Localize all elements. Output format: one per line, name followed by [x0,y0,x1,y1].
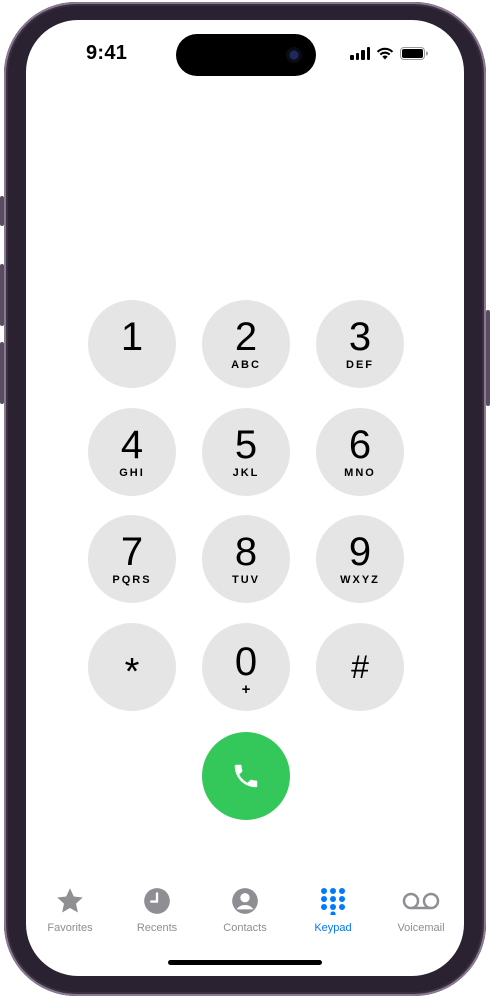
key-4[interactable]: 4 GHI [88,408,176,496]
key-letters: GHI [119,466,145,479]
key-letters: JKL [232,466,260,479]
key-letters: ABC [231,358,261,371]
key-letters: + [241,680,251,698]
front-camera-icon [286,47,302,63]
cellular-signal-icon [350,47,370,60]
voicemail-icon [401,884,441,918]
key-digit: 3 [348,314,372,359]
phone-icon [234,764,258,788]
tab-favorites[interactable]: Favorites [26,884,114,934]
key-letters: TUV [232,573,260,586]
tab-label: Voicemail [397,922,445,934]
key-9[interactable]: 9 WXYZ [316,515,404,603]
battery-icon [400,47,428,60]
key-hash[interactable]: # [316,623,404,711]
key-hash-symbol: # [351,649,369,685]
home-indicator[interactable] [168,960,322,965]
status-time: 9:41 [86,42,128,64]
key-letters: PQRS [112,573,152,586]
action-button [0,196,4,226]
key-letters: DEF [346,358,374,371]
tab-label: Favorites [47,922,93,934]
volume-down-button [0,342,4,404]
volume-up-button [0,264,4,326]
key-1[interactable]: 1 [88,300,176,388]
key-digit: 0 [234,639,258,684]
tab-keypad[interactable]: Keypad [289,884,377,934]
key-0[interactable]: 0 + [202,623,290,711]
key-digit: 8 [234,529,258,574]
keypad-icon [319,884,347,918]
key-digit: 5 [234,422,258,467]
key-6[interactable]: 6 MNO [316,408,404,496]
key-7[interactable]: 7 PQRS [88,515,176,603]
call-button[interactable] [202,732,290,820]
tab-voicemail[interactable]: Voicemail [377,884,464,934]
key-digit: 4 [120,422,144,467]
clock-icon [143,884,171,918]
key-digit: 2 [234,314,258,359]
tab-contacts[interactable]: Contacts [201,884,289,934]
key-star-symbol: * [124,651,140,693]
tab-recents[interactable]: Recents [113,884,201,934]
key-5[interactable]: 5 JKL [202,408,290,496]
key-digit: 1 [120,314,144,359]
star-icon [55,884,85,918]
tab-label: Keypad [314,922,352,934]
key-digit: 6 [348,422,372,467]
key-3[interactable]: 3 DEF [316,300,404,388]
key-digit: 7 [120,529,144,574]
phone-screen: 9:41 1 2 ABC 3 DEF 4 GHI 5 JKL 6 MNO 7 P… [26,20,464,976]
key-2[interactable]: 2 ABC [202,300,290,388]
side-power-button [486,310,490,406]
person-icon [231,884,259,918]
key-digit: 9 [348,529,372,574]
wifi-icon [376,46,394,60]
key-star[interactable]: * [88,623,176,711]
tab-label: Recents [136,922,178,934]
key-letters: WXYZ [340,573,380,586]
key-letters: MNO [344,466,376,479]
tab-bar: Favorites Recents Contacts Keypad Voicem… [26,884,464,944]
tab-label: Contacts [223,922,267,934]
status-icons [350,46,428,60]
dynamic-island [176,34,316,76]
key-8[interactable]: 8 TUV [202,515,290,603]
